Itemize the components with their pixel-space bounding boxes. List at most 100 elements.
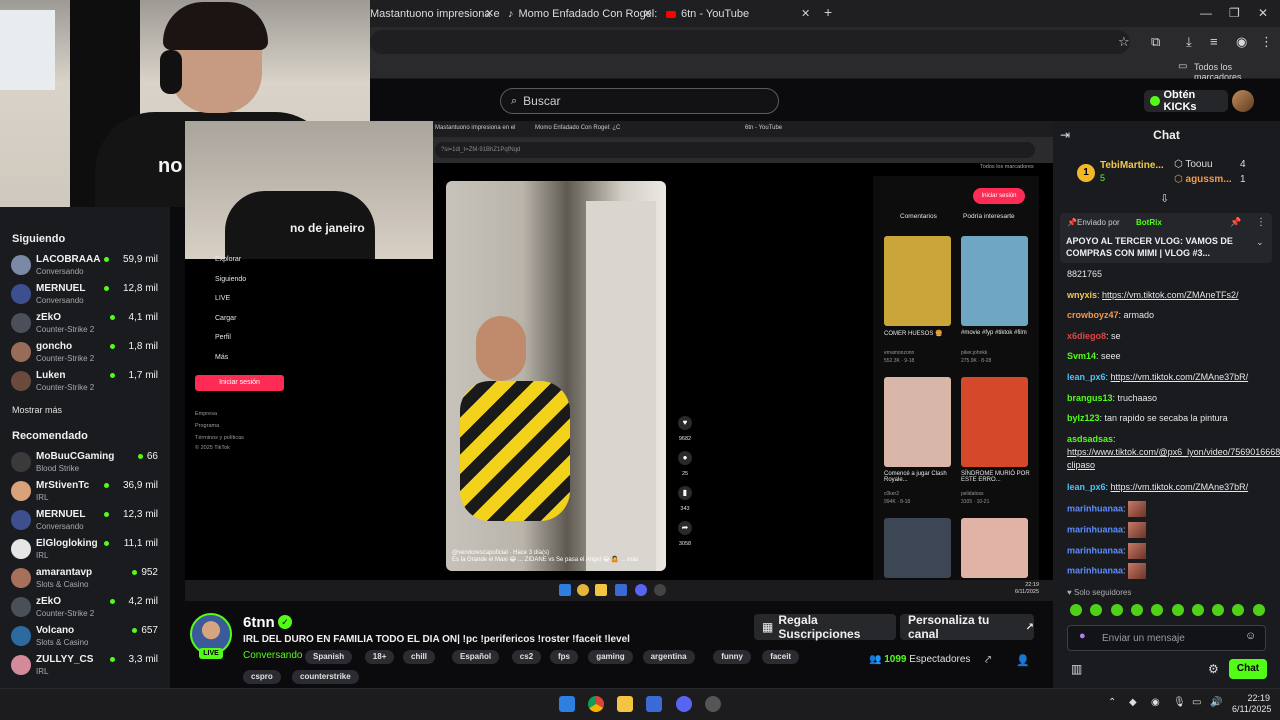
top-gifter-name[interactable]: TebiMartine...: [1100, 160, 1164, 171]
profile-icon[interactable]: ◉: [1236, 34, 1247, 50]
customize-channel-button[interactable]: Personaliza tu canal ↗: [900, 613, 1034, 641]
tray-discord-icon[interactable]: ◉: [1151, 697, 1160, 708]
emote-icon[interactable]: [1110, 604, 1123, 616]
stream-video[interactable]: Mastantuono impresiona en el Momo Enfada…: [185, 121, 1053, 601]
share-icon[interactable]: ⤤: [985, 654, 991, 667]
gear-icon[interactable]: ⚙: [1208, 662, 1219, 676]
chat-username[interactable]: lean_px6: [1067, 482, 1106, 492]
chrome-icon[interactable]: [588, 696, 604, 712]
chat-username[interactable]: asdsadsas: [1067, 434, 1113, 444]
sidebar-channel-item[interactable]: MrStivenTc IRL 36,9 mil: [0, 477, 170, 506]
sidebar-channel-item[interactable]: LACOBRAAA Conversando 59,9 mil: [0, 251, 170, 280]
close-icon[interactable]: ✕: [485, 7, 494, 20]
menu-icon[interactable]: ⋮: [1260, 34, 1273, 50]
media-icon[interactable]: ≡: [1210, 34, 1218, 49]
sidebar-channel-item[interactable]: ZULLYY_CS IRL 3,3 mil: [0, 651, 170, 680]
browser-tab-active[interactable]: 6tn - YouTube ✕: [666, 3, 816, 25]
chat-link[interactable]: https://www.tiktok.com/@px6_lyon/video/7…: [1067, 447, 1280, 470]
emote-icon[interactable]: [1070, 604, 1082, 616]
chat-input[interactable]: Enviar un mensaje: [1067, 625, 1266, 651]
star-icon[interactable]: ☆: [1118, 34, 1130, 50]
chat-username[interactable]: wnyxis: [1067, 290, 1097, 300]
gifter-3[interactable]: ⬡ agussm...: [1174, 174, 1232, 185]
stream-tag[interactable]: counterstrike: [292, 670, 359, 684]
tray-mic-icon[interactable]: 🎙: [1173, 697, 1186, 708]
follow-user-icon[interactable]: 👤: [1016, 654, 1030, 667]
sidebar-channel-item[interactable]: goncho Counter-Strike 2 1,8 mil: [0, 338, 170, 367]
chat-username[interactable]: brangus13: [1067, 393, 1113, 403]
tray-app-icon[interactable]: ◆: [1129, 697, 1137, 708]
volume-icon[interactable]: 🔊: [1210, 697, 1222, 708]
extensions-icon[interactable]: ⧉: [1151, 34, 1160, 50]
sidebar-channel-item[interactable]: MoBuuCGaming Blood Strike 66: [0, 448, 170, 477]
discord-icon[interactable]: [676, 696, 692, 712]
chat-username[interactable]: Svm14: [1067, 351, 1096, 361]
chat-username[interactable]: bylz123: [1067, 413, 1100, 423]
steam-icon[interactable]: [705, 696, 721, 712]
sidebar-channel-item[interactable]: MERNUEL Conversando 12,8 mil: [0, 280, 170, 309]
chat-link[interactable]: https://vm.tiktok.com/ZMAne37bR/: [1111, 372, 1249, 382]
stream-tag[interactable]: funny: [713, 650, 751, 664]
close-icon[interactable]: ✕: [801, 7, 810, 20]
stream-tag[interactable]: 18+: [364, 650, 395, 664]
chat-username[interactable]: crowboyz47: [1067, 310, 1119, 320]
address-bar[interactable]: [370, 30, 1130, 54]
stream-tag[interactable]: faceit: [762, 650, 800, 664]
chevron-down-icon[interactable]: ⌄: [1256, 237, 1264, 248]
more-options-icon[interactable]: ⋮: [1256, 217, 1266, 228]
chat-username[interactable]: marinhuanaa: [1067, 565, 1123, 575]
get-kicks-button[interactable]: Obtén KICKs: [1144, 89, 1228, 113]
browser-tab[interactable]: ♪ Momo Enfadado Con Rogel: ¿C ✕: [508, 3, 658, 25]
stream-tag[interactable]: Español: [452, 650, 500, 664]
stream-tag[interactable]: gaming: [588, 650, 633, 664]
show-more-link[interactable]: Mostrar más: [12, 405, 62, 415]
sidebar-channel-item[interactable]: zEkO Counter-Strike 2 4,2 mil: [0, 593, 170, 622]
stream-tag[interactable]: chill: [403, 650, 436, 664]
emote-icon[interactable]: [1252, 604, 1265, 616]
restore-icon[interactable]: ❐: [1229, 6, 1240, 20]
stream-category[interactable]: Conversando: [243, 650, 302, 661]
emote-icon[interactable]: [1212, 604, 1225, 616]
sidebar-channel-item[interactable]: Luken Counter-Strike 2 1,7 mil: [0, 367, 170, 396]
search-input[interactable]: ⌕ Buscar: [500, 88, 779, 114]
sidebar-channel-item[interactable]: Volcano Slots & Casino 657: [0, 622, 170, 651]
close-window-icon[interactable]: ✕: [1258, 6, 1268, 20]
streamer-name[interactable]: 6tnn: [243, 614, 275, 631]
tray-chevron-icon[interactable]: ⌃: [1108, 697, 1116, 708]
network-icon[interactable]: ▭: [1192, 697, 1201, 708]
stream-tag[interactable]: cs2: [511, 650, 542, 664]
chat-link[interactable]: https://vm.tiktok.com/ZMAne37bR/: [1111, 482, 1249, 492]
send-chat-button[interactable]: Chat: [1229, 659, 1267, 679]
sidebar-channel-item[interactable]: amarantavp Slots & Casino 952: [0, 564, 170, 593]
minimize-icon[interactable]: —: [1200, 6, 1212, 20]
pinned-by-user[interactable]: BotRix: [1136, 218, 1162, 227]
sidebar-channel-item[interactable]: zEkO Counter-Strike 2 4,1 mil: [0, 309, 170, 338]
gift-subs-button[interactable]: ▦ Regala Suscripciones: [754, 613, 896, 641]
sidebar-channel-item[interactable]: ElGlogloking IRL 11,1 mil: [0, 535, 170, 564]
stream-tag[interactable]: fps: [550, 650, 578, 664]
stream-tag[interactable]: argentina: [642, 650, 695, 664]
chat-username[interactable]: marinhuanaa: [1067, 503, 1123, 513]
expand-leaderboard-icon[interactable]: ⇩: [1160, 192, 1169, 205]
browser-tab[interactable]: Mastantuono impresiona en el ✕: [370, 3, 500, 25]
chat-username[interactable]: x6diego8: [1067, 331, 1106, 341]
chat-username[interactable]: lean_px6: [1067, 372, 1106, 382]
emoji-icon[interactable]: ☺: [1245, 630, 1256, 642]
store-icon[interactable]: ▥: [1071, 662, 1082, 676]
download-icon[interactable]: ⤓: [1186, 34, 1192, 50]
system-clock[interactable]: 22:19 6/11/2025: [1232, 693, 1271, 715]
emote-icon[interactable]: [1191, 604, 1204, 616]
chat-link[interactable]: https://vm.tiktok.com/ZMAneTFs2/: [1102, 290, 1239, 300]
emote-icon[interactable]: [1130, 604, 1143, 616]
windows-start-icon[interactable]: [559, 696, 575, 712]
emote-icon[interactable]: [1171, 604, 1184, 616]
stream-tag[interactable]: cspro: [243, 670, 281, 684]
gifter-2[interactable]: ⬡ Toouu: [1174, 159, 1213, 170]
sidebar-channel-item[interactable]: MERNUEL Conversando 12,3 mil: [0, 506, 170, 535]
chat-username[interactable]: marinhuanaa: [1067, 545, 1123, 555]
new-tab-icon[interactable]: +: [824, 4, 832, 20]
chat-username[interactable]: marinhuanaa: [1067, 524, 1123, 534]
stream-tag[interactable]: Spanish: [305, 650, 353, 664]
user-avatar[interactable]: [1232, 90, 1254, 112]
close-icon[interactable]: ✕: [643, 7, 652, 20]
